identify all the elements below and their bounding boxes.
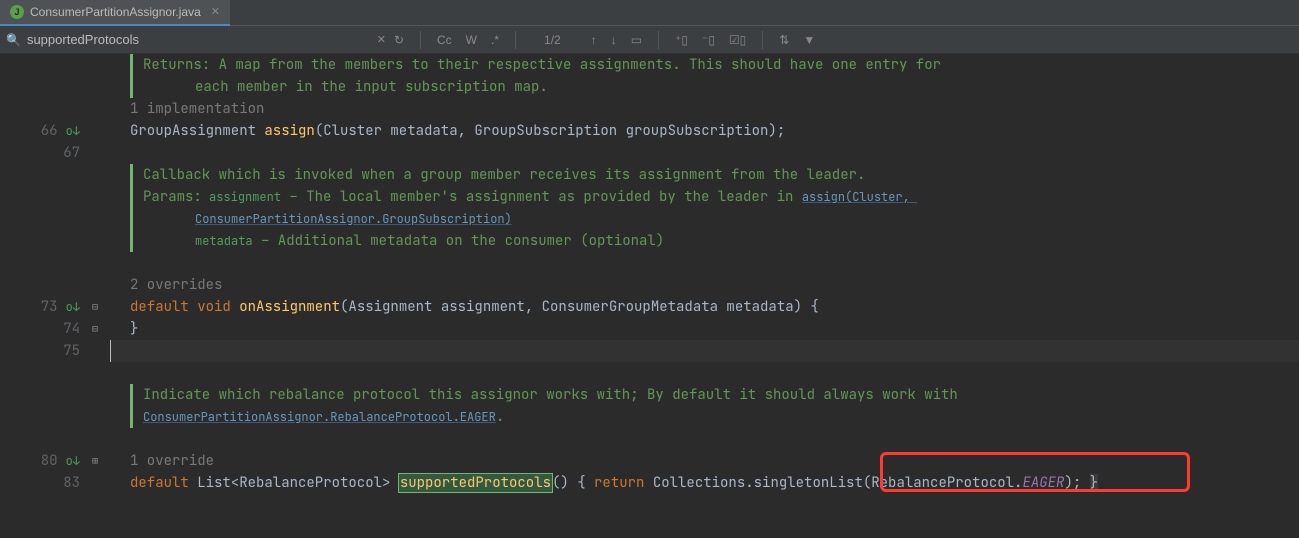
override-hint[interactable]: 1 override <box>110 452 214 470</box>
keyword: return <box>594 474 653 492</box>
regex-button[interactable]: .* <box>489 33 501 47</box>
method-name-highlighted: supportedProtocols <box>399 474 552 492</box>
caret <box>110 340 111 362</box>
add-selection-icon[interactable]: ⁺▯ <box>673 33 690 47</box>
keyword: default <box>130 298 197 316</box>
code-token: GroupAssignment <box>130 122 264 140</box>
match-count: 1/2 <box>544 33 561 47</box>
overrides-hint[interactable]: 2 overrides <box>110 276 222 294</box>
implementation-hint[interactable]: 1 implementation <box>110 100 264 118</box>
override-icon[interactable]: o↓ <box>66 296 80 318</box>
fold-icon[interactable]: ⊞ <box>92 450 98 472</box>
remove-selection-icon[interactable]: ⁻▯ <box>700 33 717 47</box>
doc-text: A map from the members to their respecti… <box>210 56 941 74</box>
code-token: ; <box>777 122 785 140</box>
keyword: default <box>130 474 197 492</box>
doc-link[interactable]: ConsumerPartitionAssignor.GroupSubscript… <box>143 211 512 227</box>
line-number: 73 <box>38 296 58 318</box>
java-file-icon: J <box>10 5 24 19</box>
line-number: 66 <box>38 120 58 142</box>
tab-active[interactable]: J ConsumerPartitionAssignor.java ✕ <box>0 0 230 26</box>
line-number: 75 <box>60 340 80 362</box>
separator <box>658 31 659 49</box>
filter-icon[interactable]: ▼ <box>801 33 817 47</box>
doc-text: . <box>496 408 504 426</box>
doc-text: Callback which is invoked when a group m… <box>143 166 865 184</box>
code-token: (Assignment assignment, ConsumerGroupMet… <box>340 298 819 316</box>
field-ref: EAGER <box>1022 474 1064 492</box>
code-token: List<RebalanceProtocol> <box>197 474 399 492</box>
line-number: 74 <box>60 318 80 340</box>
prev-match-icon[interactable]: ↑ <box>589 33 599 47</box>
doc-text: – The local member's assignment as provi… <box>281 188 802 206</box>
doc-param-name: assignment <box>202 189 281 205</box>
close-icon[interactable]: ✕ <box>211 5 220 18</box>
doc-link[interactable]: ConsumerPartitionAssignor.RebalanceProto… <box>143 409 496 425</box>
doc-link[interactable]: assign(Cluster, <box>802 189 917 205</box>
doc-text: each member in the input subscription ma… <box>143 78 548 96</box>
select-occurrences-icon[interactable]: ☑▯ <box>727 33 748 47</box>
search-icon: 🔍 <box>6 33 21 47</box>
next-match-icon[interactable]: ↓ <box>609 33 619 47</box>
select-all-icon[interactable]: ▭ <box>629 33 644 47</box>
doc-text: – Additional metadata on the consumer (o… <box>253 232 665 250</box>
code-token: Collections. <box>653 474 754 492</box>
match-case-button[interactable]: Cc <box>435 33 454 47</box>
method-name: onAssignment <box>239 298 340 316</box>
editor-tabs: J ConsumerPartitionAssignor.java ✕ <box>0 0 1299 26</box>
override-icon[interactable]: o↓ <box>66 120 80 142</box>
separator <box>515 31 516 49</box>
settings-icon[interactable]: ⇅ <box>777 33 791 47</box>
search-input[interactable]: supportedProtocols <box>27 32 371 47</box>
separator <box>762 31 763 49</box>
doc-params-label: Params: <box>143 188 202 206</box>
words-button[interactable]: W <box>464 33 479 47</box>
separator <box>420 31 421 49</box>
gutter: 66 o↓ 67 73 o↓ ⊟ 74 ⊟ 75 80 o↓ ⊞ 83 <box>0 54 100 538</box>
override-icon[interactable]: o↓ <box>66 450 80 472</box>
line-number: 67 <box>60 142 80 164</box>
code-token: () { <box>552 474 594 492</box>
method-name: assign <box>264 122 314 140</box>
doc-returns-label: Returns: <box>143 56 210 74</box>
line-number: 83 <box>60 472 80 494</box>
code-token: ); <box>1064 474 1089 492</box>
find-toolbar: 🔍 supportedProtocols ✕ ↻ Cc W .* 1/2 ↑ ↓… <box>0 26 1299 54</box>
clear-search-icon[interactable]: ✕ <box>377 33 386 46</box>
doc-text: Indicate which rebalance protocol this a… <box>143 386 958 404</box>
code-token: } <box>130 320 138 338</box>
keyword: void <box>197 298 239 316</box>
code-editor[interactable]: 66 o↓ 67 73 o↓ ⊟ 74 ⊟ 75 80 o↓ ⊞ 83 Returns: A… <box>0 54 1299 538</box>
fold-icon[interactable]: ⊟ <box>92 296 98 318</box>
code-area[interactable]: Returns: A map from the members to their… <box>100 54 1299 538</box>
line-number: 80 <box>38 450 58 472</box>
code-token: (Cluster metadata, GroupSubscription gro… <box>315 122 777 140</box>
code-token: (RebalanceProtocol. <box>863 474 1023 492</box>
code-token: singletonList <box>754 474 863 492</box>
doc-param-name: metadata <box>143 233 253 249</box>
code-token: } <box>1090 474 1098 492</box>
history-icon[interactable]: ↻ <box>392 33 406 47</box>
tab-label: ConsumerPartitionAssignor.java <box>30 5 201 19</box>
fold-icon[interactable]: ⊟ <box>92 318 98 340</box>
